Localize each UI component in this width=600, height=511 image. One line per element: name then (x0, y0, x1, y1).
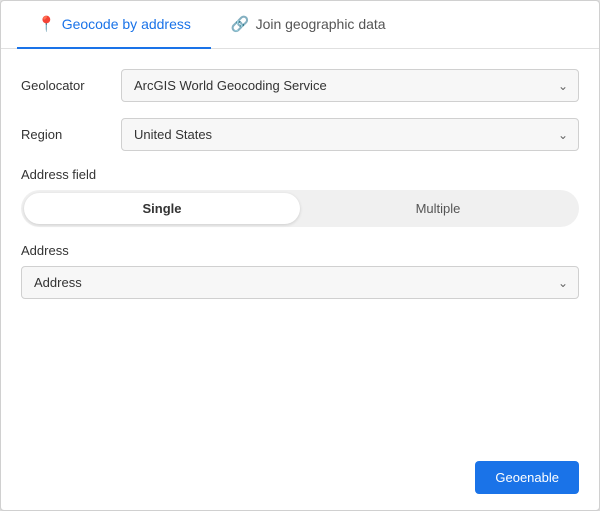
toggle-multiple[interactable]: Multiple (300, 193, 576, 224)
address-chevron-icon: ⌄ (558, 276, 568, 290)
address-section-label: Address (21, 243, 579, 258)
tab-join-label: Join geographic data (256, 16, 386, 32)
region-label: Region (21, 127, 121, 142)
dialog-footer: Geoenable (1, 445, 599, 510)
address-field-label: Address field (21, 167, 579, 182)
geolocator-value: ArcGIS World Geocoding Service (134, 78, 327, 93)
geolocator-label: Geolocator (21, 78, 121, 93)
geoenable-button[interactable]: Geoenable (475, 461, 579, 494)
tab-geocode-label: Geocode by address (62, 16, 191, 32)
geolocator-select[interactable]: ArcGIS World Geocoding Service ⌄ (121, 69, 579, 102)
geocode-icon: 📍 (37, 15, 56, 33)
region-chevron-icon: ⌄ (558, 128, 568, 142)
geolocator-select-wrapper: ArcGIS World Geocoding Service ⌄ (121, 69, 579, 102)
address-field-section: Address field Single Multiple (21, 167, 579, 227)
address-section: Address Address ⌄ (21, 243, 579, 299)
region-select[interactable]: United States ⌄ (121, 118, 579, 151)
dialog-container: 📍 Geocode by address 🔗 Join geographic d… (0, 0, 600, 511)
address-value: Address (34, 275, 82, 290)
region-value: United States (134, 127, 212, 142)
join-icon: 🔗 (231, 15, 250, 33)
tab-geocode[interactable]: 📍 Geocode by address (17, 1, 211, 49)
form-content: Geolocator ArcGIS World Geocoding Servic… (1, 49, 599, 445)
toggle-single[interactable]: Single (24, 193, 300, 224)
address-select[interactable]: Address ⌄ (21, 266, 579, 299)
region-row: Region United States ⌄ (21, 118, 579, 151)
geolocator-chevron-icon: ⌄ (558, 79, 568, 93)
address-select-wrapper: Address ⌄ (21, 266, 579, 299)
address-field-toggle: Single Multiple (21, 190, 579, 227)
tab-bar: 📍 Geocode by address 🔗 Join geographic d… (1, 1, 599, 49)
tab-join[interactable]: 🔗 Join geographic data (211, 1, 406, 49)
geolocator-row: Geolocator ArcGIS World Geocoding Servic… (21, 69, 579, 102)
region-select-wrapper: United States ⌄ (121, 118, 579, 151)
